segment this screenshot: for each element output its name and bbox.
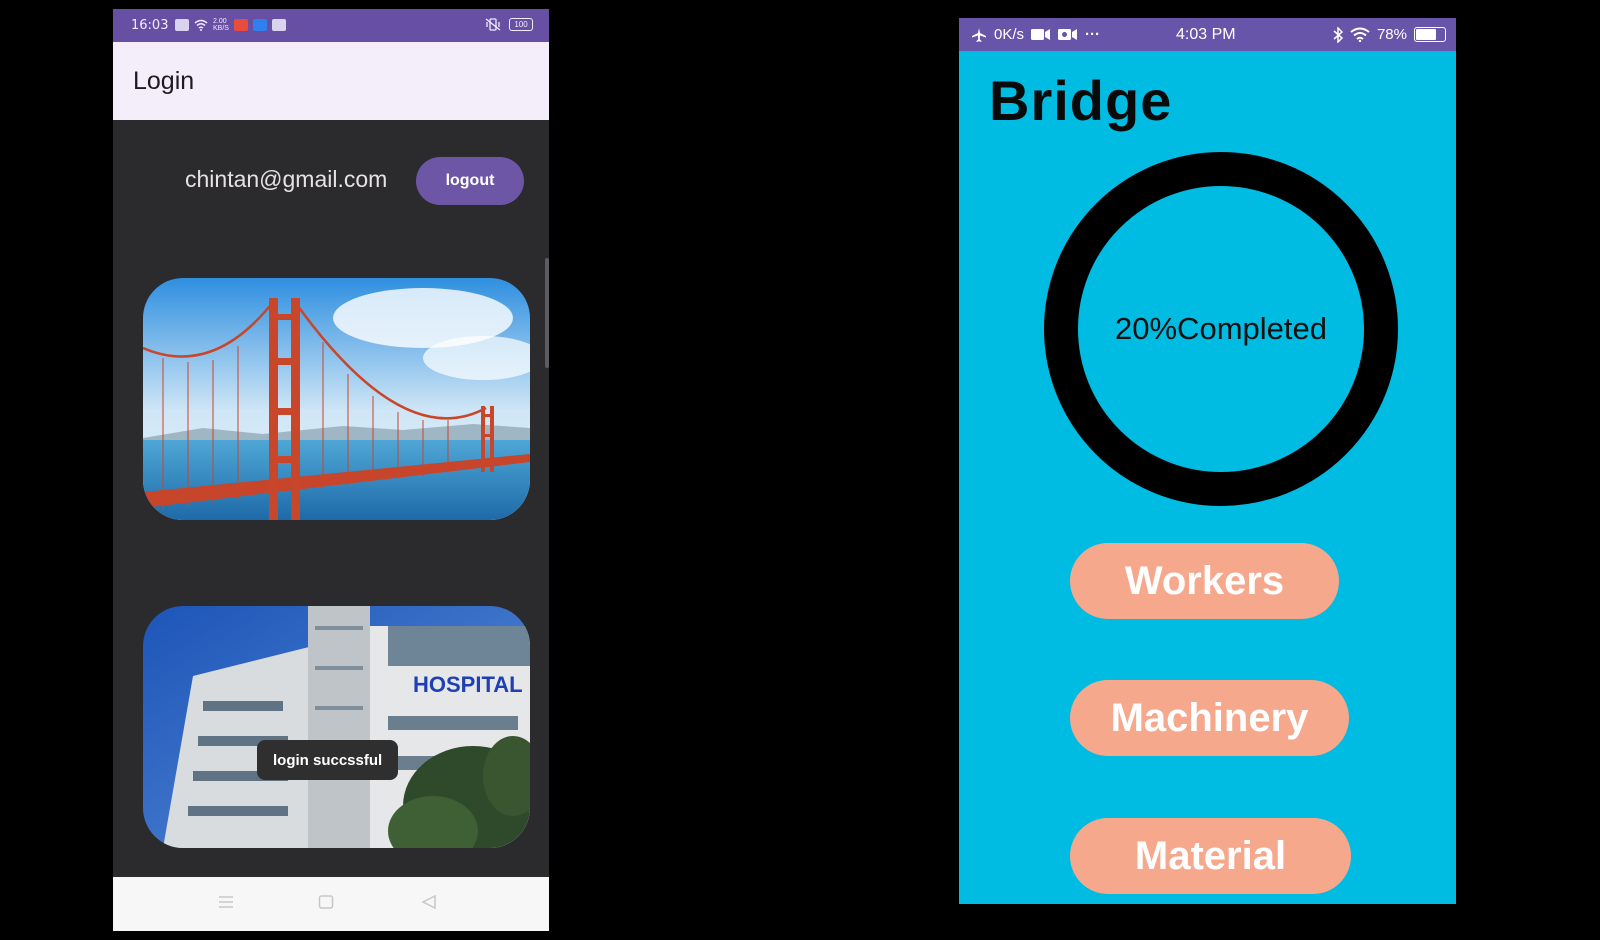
app-bar: Login <box>113 42 549 120</box>
youtube-icon <box>233 19 248 31</box>
status-bar: 16:03 2.00 KB/S 100 <box>113 9 549 42</box>
battery-icon <box>1414 27 1446 42</box>
back-icon[interactable] <box>421 895 437 909</box>
vibrate-icon <box>485 18 501 31</box>
scrollbar[interactable] <box>545 258 549 368</box>
material-button[interactable]: Material <box>1070 818 1351 894</box>
wifi-icon <box>194 19 208 31</box>
status-icons: 2.00 KB/S <box>175 18 286 32</box>
status-right: 100 <box>485 18 533 31</box>
battery-icon: 100 <box>509 18 533 31</box>
wifi-icon <box>1350 27 1370 42</box>
bridge-image-card[interactable] <box>143 278 530 520</box>
navigation-bar <box>113 877 549 931</box>
workers-button[interactable]: Workers <box>1070 543 1339 619</box>
machinery-button[interactable]: Machinery <box>1070 680 1349 756</box>
video-record-icon <box>1058 29 1078 40</box>
gallery-icon <box>271 19 286 31</box>
status-time: 4:03 PM <box>1176 26 1236 43</box>
logout-button[interactable]: logout <box>416 157 524 205</box>
right-phone-screen: 0K/s ··· 4:03 PM 78% Bridge 20%Completed… <box>959 18 1456 904</box>
progress-label: 20%Completed <box>1115 311 1327 346</box>
user-email: chintan@gmail.com <box>185 166 388 192</box>
network-speed: 0K/s <box>994 26 1025 43</box>
airplane-icon <box>972 27 986 42</box>
status-left: 0K/s ··· <box>971 26 1100 43</box>
battery-percent: 78% <box>1376 26 1407 43</box>
video-call-icon <box>1031 29 1051 40</box>
data-speed: 2.00 KB/S <box>213 18 229 32</box>
bluetooth-icon <box>1333 26 1343 43</box>
progress-ring: 20%Completed <box>1043 151 1399 507</box>
more-notifications-icon: ··· <box>1085 26 1101 43</box>
hospital-image-card[interactable]: HOSPITAL <box>143 606 530 848</box>
toast-message: login succssful <box>257 740 399 780</box>
status-time: 16:03 <box>131 18 169 33</box>
hospital-sign: HOSPITAL <box>413 672 523 697</box>
menu-icon[interactable] <box>218 895 234 909</box>
status-bar: 0K/s ··· 4:03 PM 78% <box>959 18 1456 51</box>
status-right: 78% <box>1333 26 1446 43</box>
left-phone-screen: 16:03 2.00 KB/S 100 Login chintan@gmail.… <box>113 9 549 931</box>
camera-icon <box>175 19 189 31</box>
home-icon[interactable] <box>318 895 334 909</box>
page-title: Login <box>133 67 195 95</box>
golden-gate-bridge-image <box>143 278 530 520</box>
hospital-building-image: HOSPITAL <box>143 606 530 848</box>
page-title: Bridge <box>989 69 1173 132</box>
usb-icon <box>252 19 267 31</box>
